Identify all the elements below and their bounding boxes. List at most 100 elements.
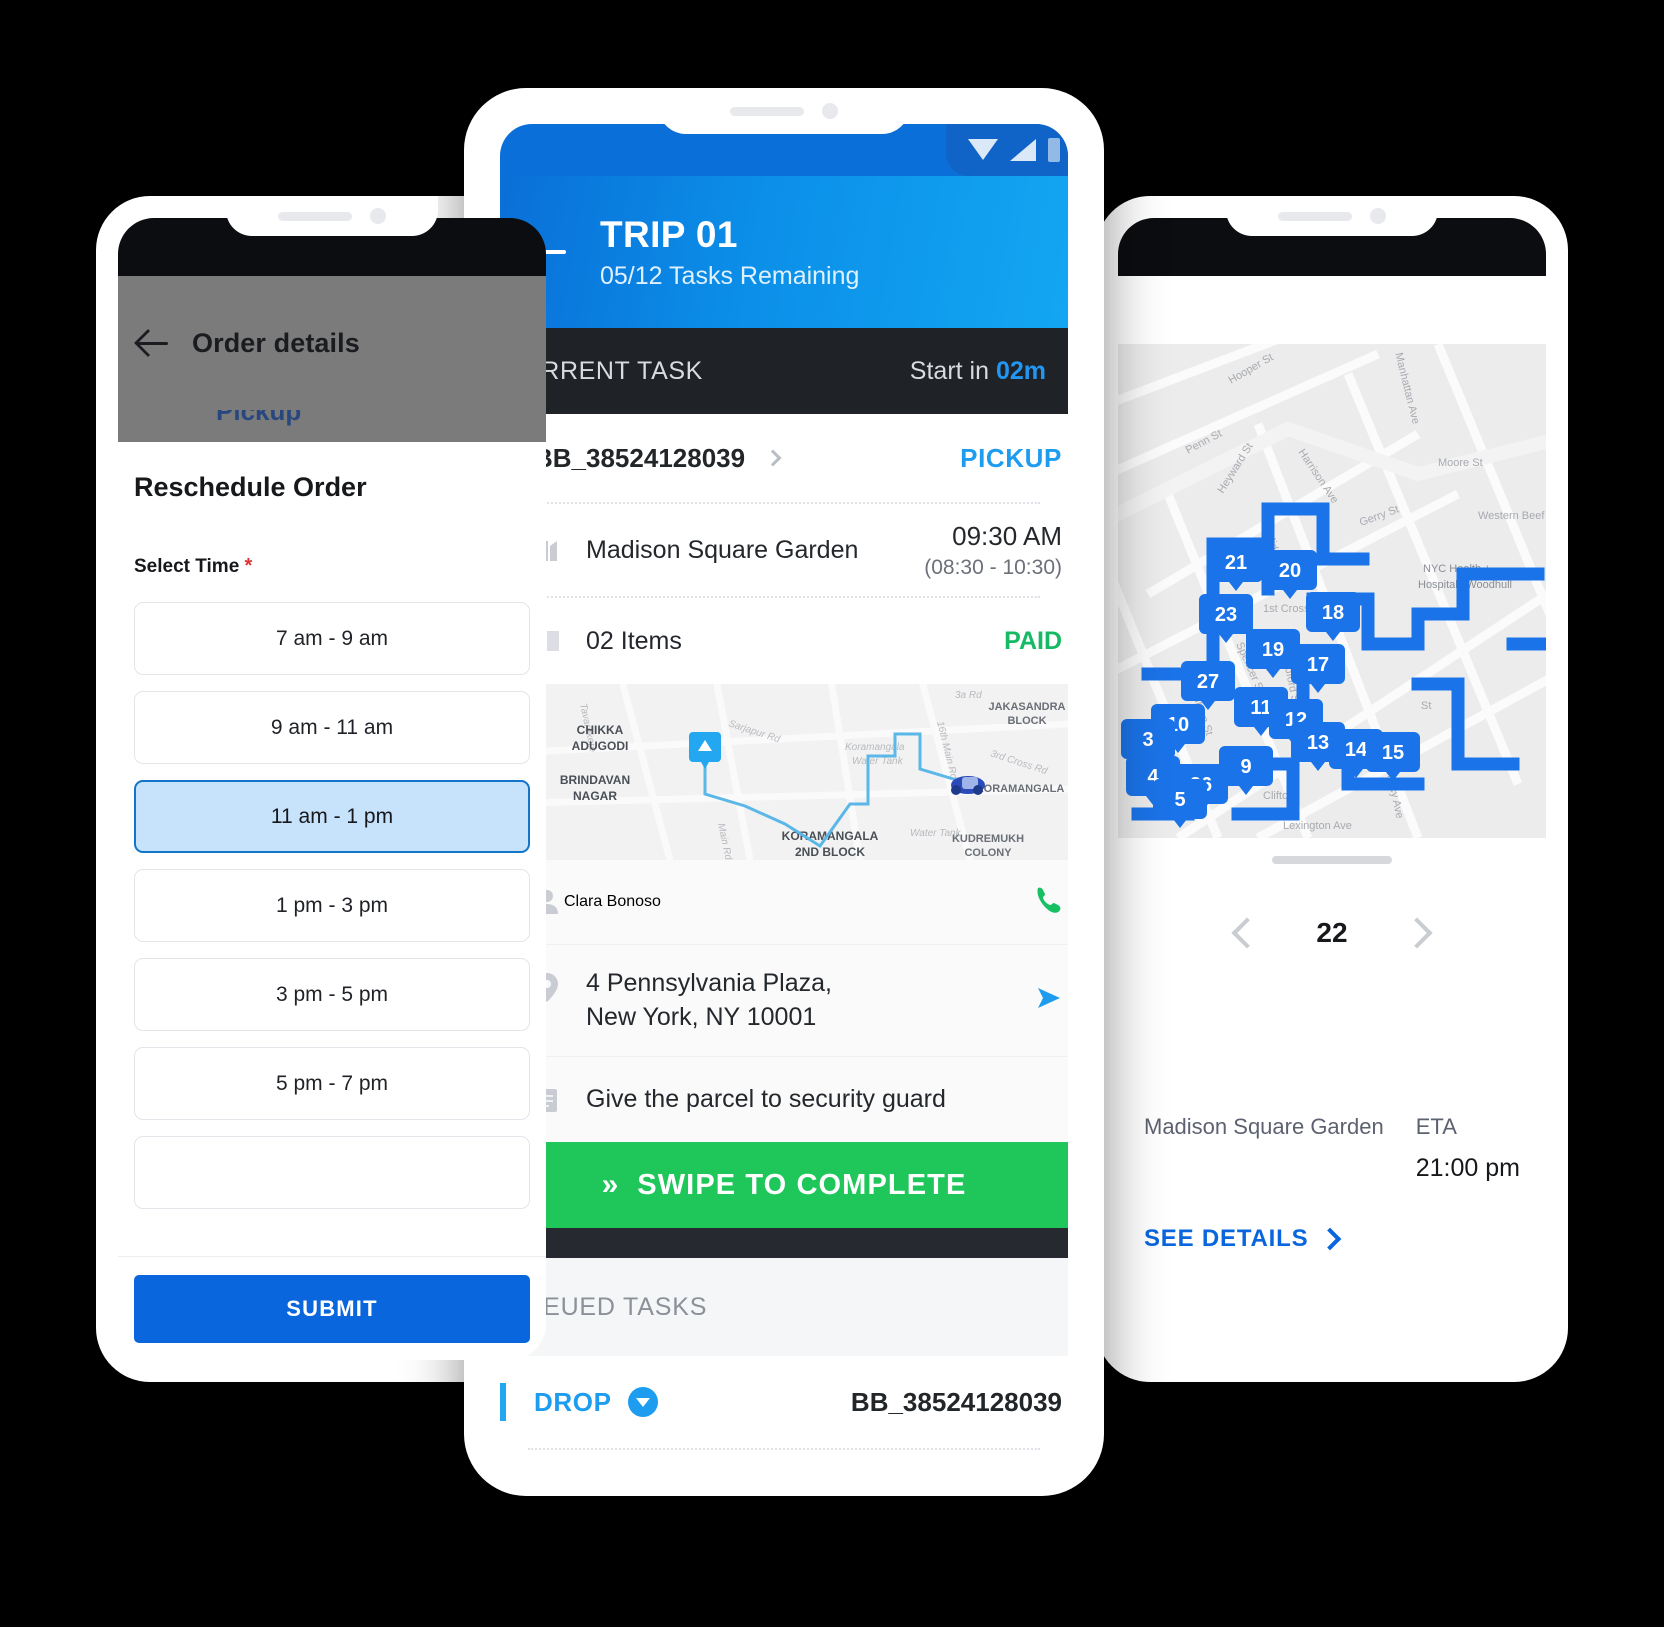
svg-text:1st Cross: 1st Cross [1263,603,1310,615]
svg-text:KUDREMUKH: KUDREMUKH [952,833,1024,845]
phone-icon[interactable] [1032,885,1062,920]
pickup-location-row: Madison Square Garden 09:30 AM (08:30 - … [500,504,1068,596]
svg-text:CHIKKA: CHIKKA [577,723,624,737]
time-slot-option-partial[interactable] [134,1136,530,1209]
payment-status-badge: PAID [1004,626,1062,655]
task-body: BB_38524128039 PICKUP Madison Square Gar… [500,414,1068,1460]
task-type-badge: PICKUP [960,442,1062,473]
select-time-label-text: Select Time [134,556,240,577]
svg-text:BLOCK: BLOCK [1007,715,1046,727]
chevron-left-icon[interactable] [1231,917,1263,949]
time-slot-option[interactable]: 7 am - 9 am [134,602,530,675]
svg-text:Water Tank: Water Tank [852,756,904,767]
see-details-label: SEE DETAILS [1144,1225,1309,1252]
time-slot-option[interactable]: 9 am - 11 am [134,691,530,764]
time-slot-option-selected[interactable]: 11 am - 1 pm [134,780,530,853]
time-slot-option[interactable]: 5 pm - 7 pm [134,1047,530,1120]
svg-text:5: 5 [1174,789,1185,811]
svg-text:BRINDAVAN: BRINDAVAN [560,773,630,787]
location-time-window: (08:30 - 10:30) [924,555,1062,579]
reschedule-sheet: Reschedule Order Select Time * 7 am - 9 … [118,442,546,1360]
svg-text:Western Beef: Western Beef [1478,510,1545,522]
eta-value: 21:00 pm [1415,1154,1520,1182]
svg-text:18: 18 [1322,602,1344,624]
task-accent-bar [500,1383,506,1421]
location-name: Madison Square Garden [586,535,859,564]
map-canvas: Hooper St Penn St Heyward St Harrison Av… [1118,344,1546,838]
svg-text:3a Rd: 3a Rd [955,690,982,701]
eta-label: ETA [1415,1114,1457,1139]
address-line-2: New York, NY 10001 [586,1002,817,1031]
svg-text:9: 9 [1240,756,1251,778]
front-camera [370,208,386,224]
location-time-value: 09:30 AM [952,520,1062,551]
front-camera [1370,208,1386,224]
location-time: 09:30 AM (08:30 - 10:30) [924,521,1062,580]
svg-text:17: 17 [1307,654,1329,676]
ghost-label: Pickup [216,410,302,426]
bottom-sheet-handle[interactable] [1272,856,1392,864]
phone-glyph [1037,887,1061,913]
queued-order-id: BB_38524128039 [850,1386,1062,1417]
chevron-right-icon[interactable] [764,449,782,467]
center-phone-device: TRIP 01 05/12 Tasks Remaining CURRENT TA… [464,88,1104,1496]
right-phone-device: Hooper St Penn St Heyward St Harrison Av… [1096,196,1568,1382]
order-id: BB_38524128039 [534,442,746,473]
page-title: Order details [192,327,360,358]
items-label: 02 Items [586,626,682,655]
delivery-note-row: Give the parcel to security guard [500,1056,1068,1142]
wifi-icon [968,139,998,161]
queued-tasks-header: QUEUED TASKS [500,1258,1068,1356]
svg-text:Moore St: Moore St [1438,457,1483,469]
chevron-right-icon[interactable] [1401,917,1433,949]
required-asterisk: * [244,555,253,577]
trip-header: TRIP 01 05/12 Tasks Remaining [500,176,1068,328]
time-slot-option[interactable]: 1 pm - 3 pm [134,869,530,942]
svg-text:14: 14 [1345,739,1368,761]
time-slot-option[interactable]: 3 pm - 5 pm [134,958,530,1031]
see-details-button[interactable]: SEE DETAILS [1144,1225,1520,1253]
navigate-icon[interactable] [1032,985,1062,1016]
svg-text:COLONY: COLONY [964,847,1012,859]
address-line-1: 4 Pennsylvania Plaza, [586,969,832,997]
trip-summary: Madison Square Garden ETA 21:00 pm SEE D… [1118,1098,1546,1253]
navigate-glyph [1038,988,1060,1008]
left-phone-screen: Order details Pickup Reschedule Order Se… [118,218,546,1360]
svg-text:ADUGODI: ADUGODI [572,739,629,753]
start-countdown: Start in 02m [910,357,1046,386]
svg-text:23: 23 [1215,604,1237,626]
chevron-right-icon [1319,1227,1342,1251]
chevron-down-circle-icon[interactable] [627,1387,658,1417]
swipe-shadow-bar [500,1228,1068,1258]
screenshot-stage: Order details Pickup Reschedule Order Se… [0,0,1664,1627]
svg-text:3: 3 [1142,729,1153,751]
contact-row: Clara Bonoso [500,860,1068,944]
svg-text:JAKASANDRA: JAKASANDRA [988,701,1065,713]
vehicle-icon [951,776,985,795]
current-task-bar: CURRENT TASK Start in 02m [500,328,1068,414]
earpiece-speaker [278,211,352,221]
svg-text:13: 13 [1307,732,1329,754]
svg-text:20: 20 [1279,560,1301,582]
select-time-label: Select Time * [118,555,546,578]
left-app-bar: Order details [118,276,546,410]
submit-button[interactable]: SUBMIT [134,1274,530,1343]
trip-header-text: TRIP 01 05/12 Tasks Remaining [600,214,859,291]
pager-value: 22 [1316,917,1348,948]
swipe-to-complete-button[interactable]: » SWIPE TO COMPLETE [500,1142,1068,1228]
center-phone-notch [658,88,910,134]
svg-text:21: 21 [1225,552,1247,574]
trip-title: TRIP 01 [600,213,738,255]
arrow-left-icon[interactable] [136,326,170,360]
battery-icon [1048,138,1060,162]
trip-overview-map[interactable]: Hooper St Penn St Heyward St Harrison Av… [1118,344,1546,838]
queued-row: Madison Square Garden 09:30 AM [500,1450,1068,1460]
front-camera [822,103,838,119]
route-map[interactable]: Tavarekere Sarjapur Rd Koramangala Water… [500,684,1068,860]
status-icons [946,124,1068,176]
svg-text:11: 11 [1250,697,1271,719]
queued-task-header-row[interactable]: DROP BB_38524128039 [500,1356,1068,1448]
order-header-row[interactable]: BB_38524128039 PICKUP [500,414,1068,502]
svg-text:15: 15 [1382,742,1404,764]
summary-location: Madison Square Garden [1144,1114,1384,1139]
